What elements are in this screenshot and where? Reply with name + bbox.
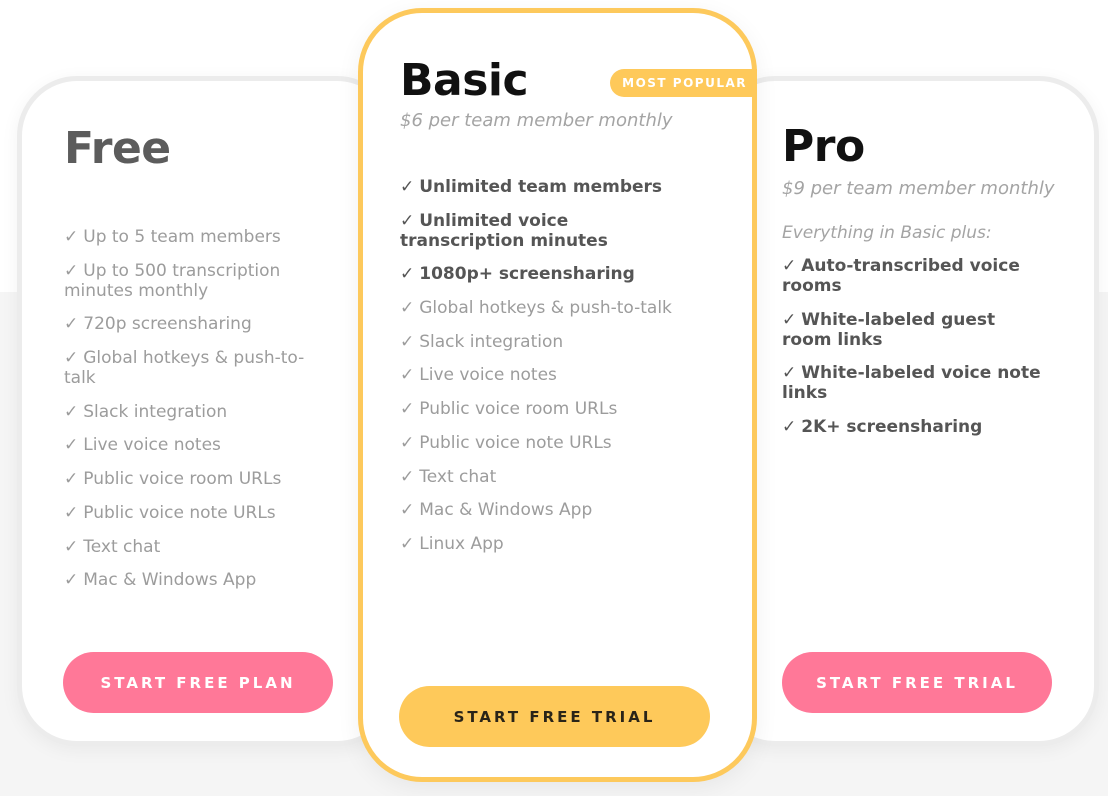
feature-item: ✓ 2K+ screensharing — [782, 417, 1042, 437]
feature-item: ✓ Unlimited voice transcription minutes — [400, 211, 690, 251]
feature-item: ✓ Public voice room URLs — [64, 469, 309, 489]
feature-item: ✓ White-labeled guest room links — [782, 310, 1042, 350]
feature-text: Text chat — [83, 536, 161, 557]
feature-text: Global hotkeys & push-to-talk — [64, 348, 305, 389]
feature-text: Unlimited voice transcription minutes — [400, 210, 608, 251]
plan-price: $9 per team member monthly — [782, 178, 1055, 199]
check-icon: ✓ — [400, 466, 415, 487]
start-free-trial-pro-button[interactable]: START FREE TRIAL — [782, 652, 1052, 713]
check-icon: ✓ — [64, 570, 79, 591]
feature-text: Unlimited team members — [419, 177, 663, 197]
check-icon: ✓ — [64, 227, 79, 247]
feature-item: ✓ White-labeled voice note links — [782, 363, 1042, 403]
feature-text: White-labeled voice note links — [782, 363, 1041, 404]
feature-text: Slack integration — [419, 331, 564, 352]
feature-text: Mac & Windows App — [83, 570, 257, 591]
check-icon: ✓ — [400, 210, 415, 231]
check-icon: ✓ — [64, 401, 79, 422]
check-icon: ✓ — [400, 399, 415, 420]
plan-price: $6 per team member monthly — [400, 110, 673, 131]
feature-text: 2K+ screensharing — [801, 417, 983, 438]
check-icon: ✓ — [400, 365, 415, 386]
check-icon: ✓ — [400, 264, 415, 285]
plan-title: Free — [64, 123, 171, 174]
feature-item: ✓ Slack integration — [400, 332, 690, 352]
feature-text: Slack integration — [83, 401, 228, 422]
feature-text: Live voice notes — [419, 365, 557, 386]
feature-item: ✓ Linux App — [400, 534, 690, 554]
check-icon: ✓ — [64, 260, 79, 281]
feature-item: ✓ Unlimited team members — [400, 177, 690, 197]
check-icon: ✓ — [400, 432, 415, 453]
feature-item: ✓ Live voice notes — [400, 365, 690, 385]
feature-item: ✓ 720p screensharing — [64, 314, 309, 334]
feature-list: ✓ Auto-transcribed voice rooms ✓ White-lab… — [782, 256, 1042, 451]
check-icon: ✓ — [64, 469, 79, 490]
feature-text: Live voice notes — [83, 435, 221, 456]
plan-title: Pro — [782, 121, 865, 172]
plan-title: Basic — [400, 55, 529, 106]
feature-item: ✓ Text chat — [64, 537, 309, 557]
feature-text: Global hotkeys & push-to-talk — [419, 298, 672, 319]
feature-item: ✓ Up to 5 team members — [64, 227, 309, 247]
feature-item: ✓ Public voice room URLs — [400, 399, 690, 419]
check-icon: ✓ — [782, 417, 797, 438]
feature-text: Mac & Windows App — [419, 500, 593, 521]
feature-item: ✓ Public voice note URLs — [400, 433, 690, 453]
feature-text: Public voice room URLs — [419, 399, 618, 420]
check-icon: ✓ — [64, 502, 79, 523]
check-icon: ✓ — [782, 363, 797, 384]
feature-text: Public voice note URLs — [83, 502, 276, 523]
feature-item: ✓ Global hotkeys & push-to-talk — [64, 348, 309, 388]
feature-item: ✓ Global hotkeys & push-to-talk — [400, 298, 690, 318]
feature-text: Public voice room URLs — [83, 469, 282, 490]
feature-list: ✓ Up to 5 team members ✓ Up to 500 transcr… — [64, 227, 309, 604]
feature-text: Text chat — [419, 466, 497, 487]
feature-item: ✓ Mac & Windows App — [64, 570, 309, 590]
check-icon: ✓ — [782, 256, 797, 276]
feature-item: ✓ Up to 500 transcription minutes monthly — [64, 261, 309, 301]
feature-item: ✓ Mac & Windows App — [400, 500, 690, 520]
check-icon: ✓ — [400, 331, 415, 352]
check-icon: ✓ — [400, 298, 415, 319]
feature-item: ✓ Public voice note URLs — [64, 503, 309, 523]
check-icon: ✓ — [64, 536, 79, 557]
feature-item: ✓ 1080p+ screensharing — [400, 264, 690, 284]
check-icon: ✓ — [782, 309, 797, 330]
feature-text: White-labeled guest room links — [782, 309, 996, 350]
feature-text: Public voice note URLs — [419, 432, 612, 453]
check-icon: ✓ — [400, 500, 415, 521]
check-icon: ✓ — [400, 177, 415, 197]
feature-text: Up to 5 team members — [83, 227, 281, 247]
feature-text: Up to 500 transcription minutes monthly — [64, 260, 281, 301]
feature-text: 1080p+ screensharing — [419, 264, 635, 285]
feature-text: 720p screensharing — [83, 314, 252, 335]
pricing-card-pro: Pro $9 per team member monthly Everythin… — [715, 76, 1099, 746]
most-popular-badge: MOST POPULAR — [610, 69, 757, 97]
start-free-trial-basic-button[interactable]: START FREE TRIAL — [399, 686, 710, 747]
plan-note: Everything in Basic plus: — [782, 223, 992, 243]
feature-list: ✓ Unlimited team members ✓ Unlimited voice… — [400, 177, 690, 568]
feature-item: ✓ Live voice notes — [64, 435, 309, 455]
feature-text: Linux App — [419, 533, 504, 554]
pricing-card-basic: Basic MOST POPULAR $6 per team member mo… — [358, 8, 757, 782]
feature-item: ✓ Text chat — [400, 467, 690, 487]
check-icon: ✓ — [64, 435, 79, 456]
check-icon: ✓ — [64, 314, 79, 335]
check-icon: ✓ — [64, 348, 79, 369]
feature-text: Auto-transcribed voice rooms — [782, 256, 1020, 296]
pricing-card-free: Free ✓ Up to 5 team members ✓ Up to 500 tr… — [17, 76, 397, 746]
start-free-plan-button[interactable]: START FREE PLAN — [63, 652, 333, 713]
feature-item: ✓ Slack integration — [64, 402, 309, 422]
check-icon: ✓ — [400, 533, 415, 554]
feature-item: ✓ Auto-transcribed voice rooms — [782, 256, 1042, 296]
